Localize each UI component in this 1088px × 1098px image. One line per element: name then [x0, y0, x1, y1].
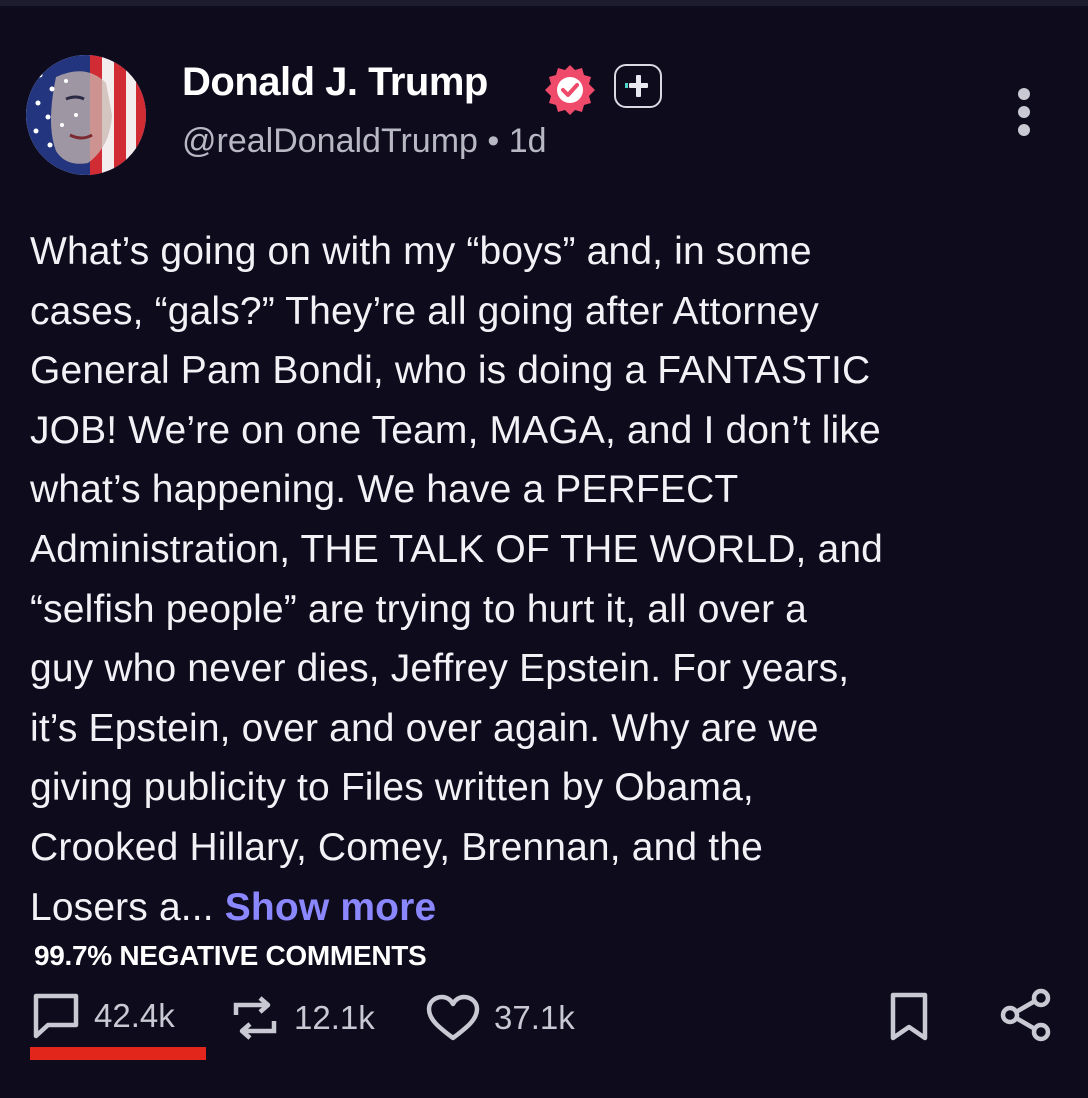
- comment-count: 42.4k: [94, 997, 175, 1034]
- author-display-name[interactable]: Donald J. Trump: [182, 60, 488, 105]
- post-timestamp[interactable]: 1d: [509, 122, 547, 160]
- post-line: “selfish people” are trying to hurt it, …: [30, 587, 808, 631]
- post-line: Administration, THE TALK OF THE WORLD, a…: [30, 527, 884, 571]
- post-body: What’s going on with my “boys” and, in s…: [30, 222, 1070, 937]
- negative-comments-banner: 99.7% NEGATIVE COMMENTS: [34, 940, 427, 971]
- repost-count: 12.1k: [294, 999, 375, 1036]
- post-line-truncated: Losers a...: [30, 885, 214, 929]
- share-icon: [1000, 988, 1051, 1042]
- avatar-flag-portrait-image: [26, 55, 146, 175]
- bookmark-icon: [890, 992, 928, 1041]
- bookmark-button[interactable]: [886, 991, 932, 1043]
- author-handle[interactable]: @realDonaldTrump: [182, 122, 478, 160]
- more-vertical-icon: [1018, 88, 1030, 136]
- more-options-button[interactable]: [1010, 86, 1038, 142]
- comment-count-highlight-bar: [30, 1047, 206, 1060]
- post-line: General Pam Bondi, who is doing a FANTAS…: [30, 349, 871, 393]
- post-line: JOB! We’re on one Team, MAGA, and I don’…: [30, 408, 881, 452]
- post-line: Crooked Hillary, Comey, Brennan, and the: [30, 825, 763, 869]
- post-actions-bar: 42.4k 12.1k 37.1k: [0, 985, 1088, 1045]
- post-line: giving publicity to Files written by Oba…: [30, 766, 754, 810]
- share-button[interactable]: [998, 987, 1054, 1043]
- follow-plus-button[interactable]: [614, 64, 662, 108]
- avatar[interactable]: [26, 55, 146, 175]
- plus-icon: [625, 75, 648, 97]
- top-divider: [0, 0, 1088, 6]
- post-line: guy who never dies, Jeffrey Epstein. For…: [30, 647, 850, 691]
- heart-icon: [426, 994, 480, 1041]
- comment-button[interactable]: 42.4k: [30, 991, 175, 1041]
- author-handle-line: @realDonaldTrump • 1d: [182, 122, 547, 161]
- separator-dot: •: [487, 122, 500, 160]
- post-line: what’s happening. We have a PERFECT: [30, 468, 739, 512]
- post-line: What’s going on with my “boys” and, in s…: [30, 230, 812, 273]
- post-line-last: Losers a... Show more: [30, 878, 1070, 938]
- repost-icon: [233, 996, 277, 1040]
- like-count: 37.1k: [494, 999, 575, 1036]
- verified-badge-icon: [542, 62, 598, 118]
- repost-button[interactable]: 12.1k: [228, 993, 375, 1043]
- post-line: cases, “gals?” They’re all going after A…: [30, 289, 819, 333]
- post-line: it’s Epstein, over and over again. Why a…: [30, 706, 819, 750]
- show-more-link[interactable]: Show more: [225, 886, 437, 929]
- like-button[interactable]: 37.1k: [424, 993, 575, 1043]
- comment-icon: [33, 993, 79, 1039]
